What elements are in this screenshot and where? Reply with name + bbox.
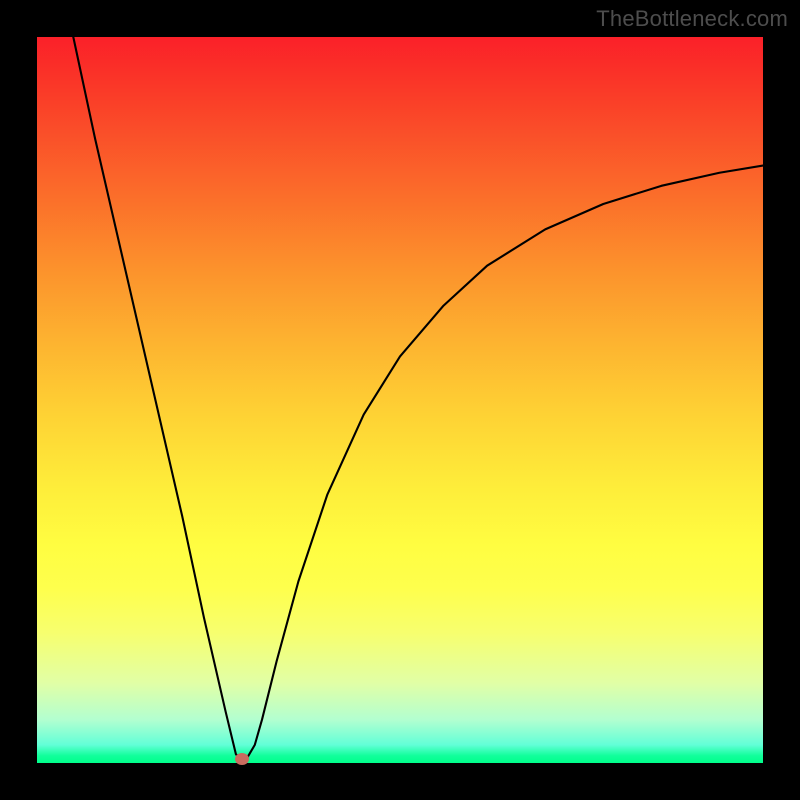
chart-curve: [37, 37, 763, 763]
watermark-text: TheBottleneck.com: [596, 6, 788, 32]
chart-container: TheBottleneck.com: [0, 0, 800, 800]
minimum-marker-dot: [235, 753, 249, 765]
plot-area: [37, 37, 763, 763]
